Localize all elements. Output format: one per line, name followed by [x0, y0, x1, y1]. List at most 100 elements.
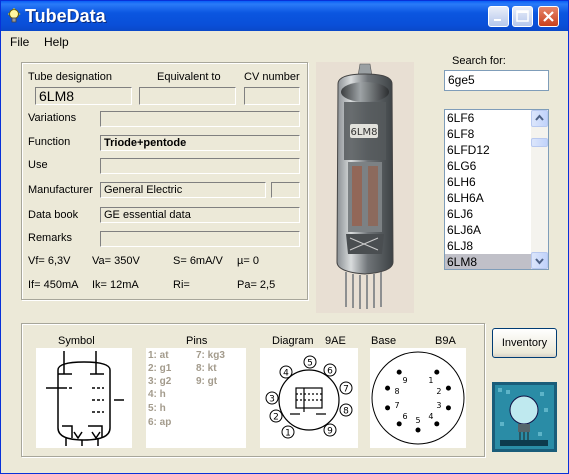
pin-6: 6: ap	[148, 417, 172, 428]
variations-label: Variations	[28, 112, 77, 124]
minimize-icon	[494, 19, 501, 21]
arrow-down-icon	[535, 258, 544, 265]
minimize-button[interactable]	[488, 6, 509, 27]
param-s: S= 6mA/V	[173, 255, 223, 267]
scroll-thumb[interactable]	[531, 138, 548, 147]
base-pin-dot	[385, 385, 391, 391]
tube-designation-label: Tube designation	[28, 71, 112, 83]
manufacturer-extra-field	[271, 182, 300, 198]
diagram-pin-label: 6	[327, 367, 333, 377]
diagram-pin-label: 1	[285, 429, 291, 439]
base-pin-label: 8	[395, 387, 400, 396]
pin-1: 1: at	[148, 350, 169, 361]
tube-designation-field: 6LM8	[35, 87, 132, 105]
base-pin-label: 6	[403, 412, 408, 421]
param-pa: Pa= 2,5	[237, 279, 276, 291]
pins-panel: 1: at 2: g1 3: g2 4: h 5: h 6: ap 7: kg3…	[146, 348, 246, 448]
base-pin-dot	[445, 405, 451, 411]
diagram-pin-label: 9	[327, 427, 333, 437]
base-pin-label: 7	[395, 401, 400, 410]
pin-diagram: 123456789	[265, 355, 353, 439]
svg-text:6LM8: 6LM8	[351, 127, 378, 138]
variations-field	[100, 111, 300, 127]
menu-file[interactable]: File	[10, 35, 29, 49]
pin-3: 3: g2	[148, 376, 172, 387]
cv-number-field	[244, 87, 300, 105]
remarks-field	[100, 231, 300, 247]
tube-listbox[interactable]: 6LF6 6LF8 6LFD12 6LG6 6LH6 6LH6A 6LJ6 6LJ6A 6LJ8…	[444, 109, 549, 270]
arrow-up-icon	[535, 114, 544, 121]
function-label: Function	[28, 136, 71, 148]
equivalent-to-label: Equivalent to	[157, 71, 221, 83]
maximize-icon	[516, 10, 529, 22]
scroll-up-button[interactable]	[531, 110, 548, 127]
base-pin-dot	[434, 421, 440, 427]
use-field	[100, 158, 300, 174]
base-pin-label: 9	[403, 376, 408, 385]
pin-2: 2: g1	[148, 363, 172, 374]
pin-8: 8: kt	[196, 363, 217, 374]
close-icon	[543, 11, 554, 22]
app-logo	[492, 382, 557, 452]
diagram-pin-label: 4	[283, 369, 289, 379]
base-pin-dot	[415, 427, 421, 433]
maximize-button[interactable]	[512, 6, 533, 27]
close-button[interactable]	[538, 6, 559, 27]
equivalent-to-field	[139, 87, 236, 105]
base-diagram: 12 34567 89	[371, 351, 465, 445]
search-input[interactable]: 6ge5	[444, 70, 549, 91]
diagram-label: Diagram	[272, 335, 314, 347]
tube-image: 6LM8	[316, 62, 414, 313]
pins-label: Pins	[186, 335, 208, 347]
pin-5: 5: h	[148, 403, 166, 414]
diagram-code: 9AE	[325, 335, 346, 347]
use-label: Use	[28, 159, 48, 171]
symbol-label: Symbol	[58, 335, 95, 347]
base-pin-label: 3	[436, 401, 441, 410]
base-pin-label: 4	[428, 412, 433, 421]
cv-number-label: CV number	[244, 71, 300, 83]
diagram-pin-label: 2	[273, 413, 279, 423]
logo-tube-icon	[495, 385, 554, 449]
base-pin-label: 2	[436, 387, 441, 396]
app-lightbulb-icon	[8, 8, 21, 23]
function-field: Triode+pentode	[100, 135, 300, 151]
scroll-down-button[interactable]	[531, 252, 548, 269]
base-label: Base	[371, 335, 397, 347]
base-pin-dot	[385, 405, 391, 411]
param-mu: µ= 0	[237, 255, 259, 267]
tube-photo: 6LM8	[316, 62, 414, 313]
param-vf: Vf= 6,3V	[28, 255, 71, 267]
diagram-pin-label: 5	[307, 359, 313, 369]
symbol-panel	[36, 348, 132, 448]
title-bar[interactable]: TubeData	[1, 1, 568, 31]
data-book-label: Data book	[28, 209, 79, 221]
data-book-field: GE essential data	[100, 207, 300, 223]
list-scrollbar[interactable]	[531, 110, 548, 269]
main-window: TubeData File Help Tube designation Equi…	[0, 0, 569, 474]
diagram-pin-label: 8	[343, 407, 349, 417]
base-pin-dot	[434, 369, 440, 375]
pin-4: 4: h	[148, 389, 166, 400]
base-pin-label: 5	[415, 416, 420, 425]
menu-help[interactable]: Help	[44, 35, 69, 49]
param-ri: Ri=	[173, 279, 190, 291]
diagram-pin-label: 3	[269, 395, 275, 405]
manufacturer-field: General Electric	[100, 182, 266, 198]
menu-bar: File Help	[1, 31, 568, 51]
base-pin-dot	[445, 385, 451, 391]
base-pin-dot	[396, 421, 402, 427]
tube-symbol-icon	[46, 351, 124, 446]
base-pin-dot	[396, 369, 402, 375]
param-ik: Ik= 12mA	[92, 279, 139, 291]
remarks-label: Remarks	[28, 232, 73, 244]
diagram-panel: 123456789	[260, 348, 358, 448]
manufacturer-label: Manufacturer	[28, 184, 93, 196]
search-label: Search for:	[452, 55, 506, 67]
param-if: If= 450mA	[28, 279, 79, 291]
window-title: TubeData	[25, 6, 106, 26]
base-panel: 12 34567 89	[370, 348, 466, 448]
pin-9: 9: gt	[196, 376, 218, 387]
pin-7: 7: kg3	[196, 350, 225, 361]
inventory-button[interactable]: Inventory	[492, 328, 557, 358]
